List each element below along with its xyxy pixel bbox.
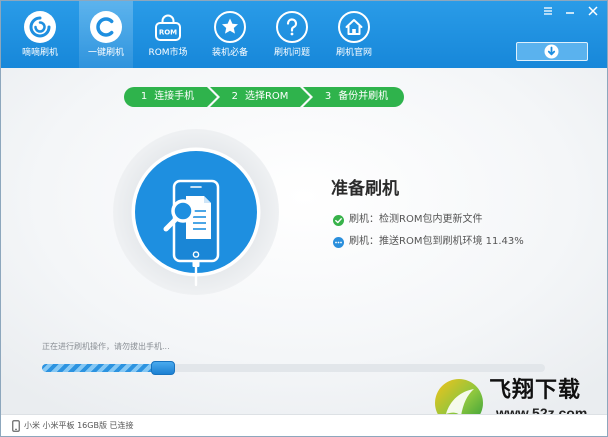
step-connect-phone: 1 连接手机: [124, 87, 217, 107]
close-button[interactable]: [585, 4, 601, 18]
step-number: 2: [231, 91, 238, 102]
top-nav-bar: 嘀嘀刷机 一键刷机 ROM ROM市场 装机必备 刷机问题 刷机官网: [0, 0, 608, 68]
nav-item-flash-faq[interactable]: 刷机问题: [265, 0, 319, 68]
star-icon: [213, 10, 247, 44]
nav-item-official-site[interactable]: 刷机官网: [327, 0, 381, 68]
app-logo-icon: [23, 10, 57, 44]
download-arrow-icon: [544, 44, 559, 59]
rom-bag-text: ROM: [159, 29, 177, 37]
step-backup-and-flash: 3 备份并刷机: [303, 87, 404, 107]
nav-item-label: 装机必备: [211, 48, 248, 58]
home-icon: [337, 10, 371, 44]
minimize-button[interactable]: [562, 4, 578, 18]
rom-bag-icon: ROM: [151, 10, 185, 44]
nav-item-app-home[interactable]: 嘀嘀刷机: [13, 0, 67, 68]
task-text: 刷机：推送ROM包到刷机环境 11.43%: [349, 236, 524, 247]
check-circle-icon: [333, 214, 344, 226]
step-number: 1: [140, 91, 148, 102]
nav-item-label: 刷机问题: [273, 48, 310, 58]
menu-icon: [540, 4, 556, 18]
phone-icon: [12, 420, 20, 432]
close-icon: [585, 4, 601, 18]
app-window: 嘀嘀刷机 一键刷机 ROM ROM市场 装机必备 刷机问题 刷机官网 1 连接手…: [0, 0, 608, 437]
flash-illustration: [113, 129, 279, 295]
nav-item-label: 嘀嘀刷机: [21, 48, 58, 58]
watermark-brand: 飞翔下载: [489, 378, 582, 403]
progress-message: 正在进行刷机操作，请勿拔出手机...: [42, 342, 170, 351]
task-row: 刷机：检测ROM包内更新文件: [333, 213, 482, 227]
nav-item-label: ROM市场: [148, 48, 188, 58]
one-click-flash-icon: [89, 10, 123, 44]
question-icon: [275, 10, 309, 44]
task-text: 刷机：检测ROM包内更新文件: [349, 214, 483, 225]
step-select-rom: 2 选择ROM: [210, 87, 310, 107]
spinner-icon: [333, 236, 344, 248]
task-row: 刷机：推送ROM包到刷机环境 11.43%: [333, 235, 524, 249]
nav-item-label: 一键刷机: [87, 48, 124, 58]
progress-fill: [42, 364, 163, 372]
step-number: 3: [324, 91, 332, 102]
step-label: 选择ROM: [244, 91, 289, 102]
step-label: 备份并刷机: [338, 91, 389, 102]
download-button[interactable]: [516, 42, 588, 61]
status-bar: 小米 小米平板 16GB版 已连接: [0, 414, 608, 437]
progress-thumb: [150, 361, 175, 375]
minimize-icon: [562, 4, 578, 18]
progress-track: [42, 361, 545, 375]
status-title: 准备刷机: [331, 179, 399, 199]
window-menu-button[interactable]: [540, 4, 556, 18]
device-status-text: 小米 小米平板 16GB版 已连接: [24, 421, 134, 430]
nav-item-one-click-flash[interactable]: 一键刷机: [79, 0, 133, 68]
step-label: 连接手机: [154, 91, 195, 102]
nav-item-label: 刷机官网: [335, 48, 372, 58]
nav-item-essential-apps[interactable]: 装机必备: [203, 0, 257, 68]
nav-item-rom-market[interactable]: ROM ROM市场: [141, 0, 195, 68]
